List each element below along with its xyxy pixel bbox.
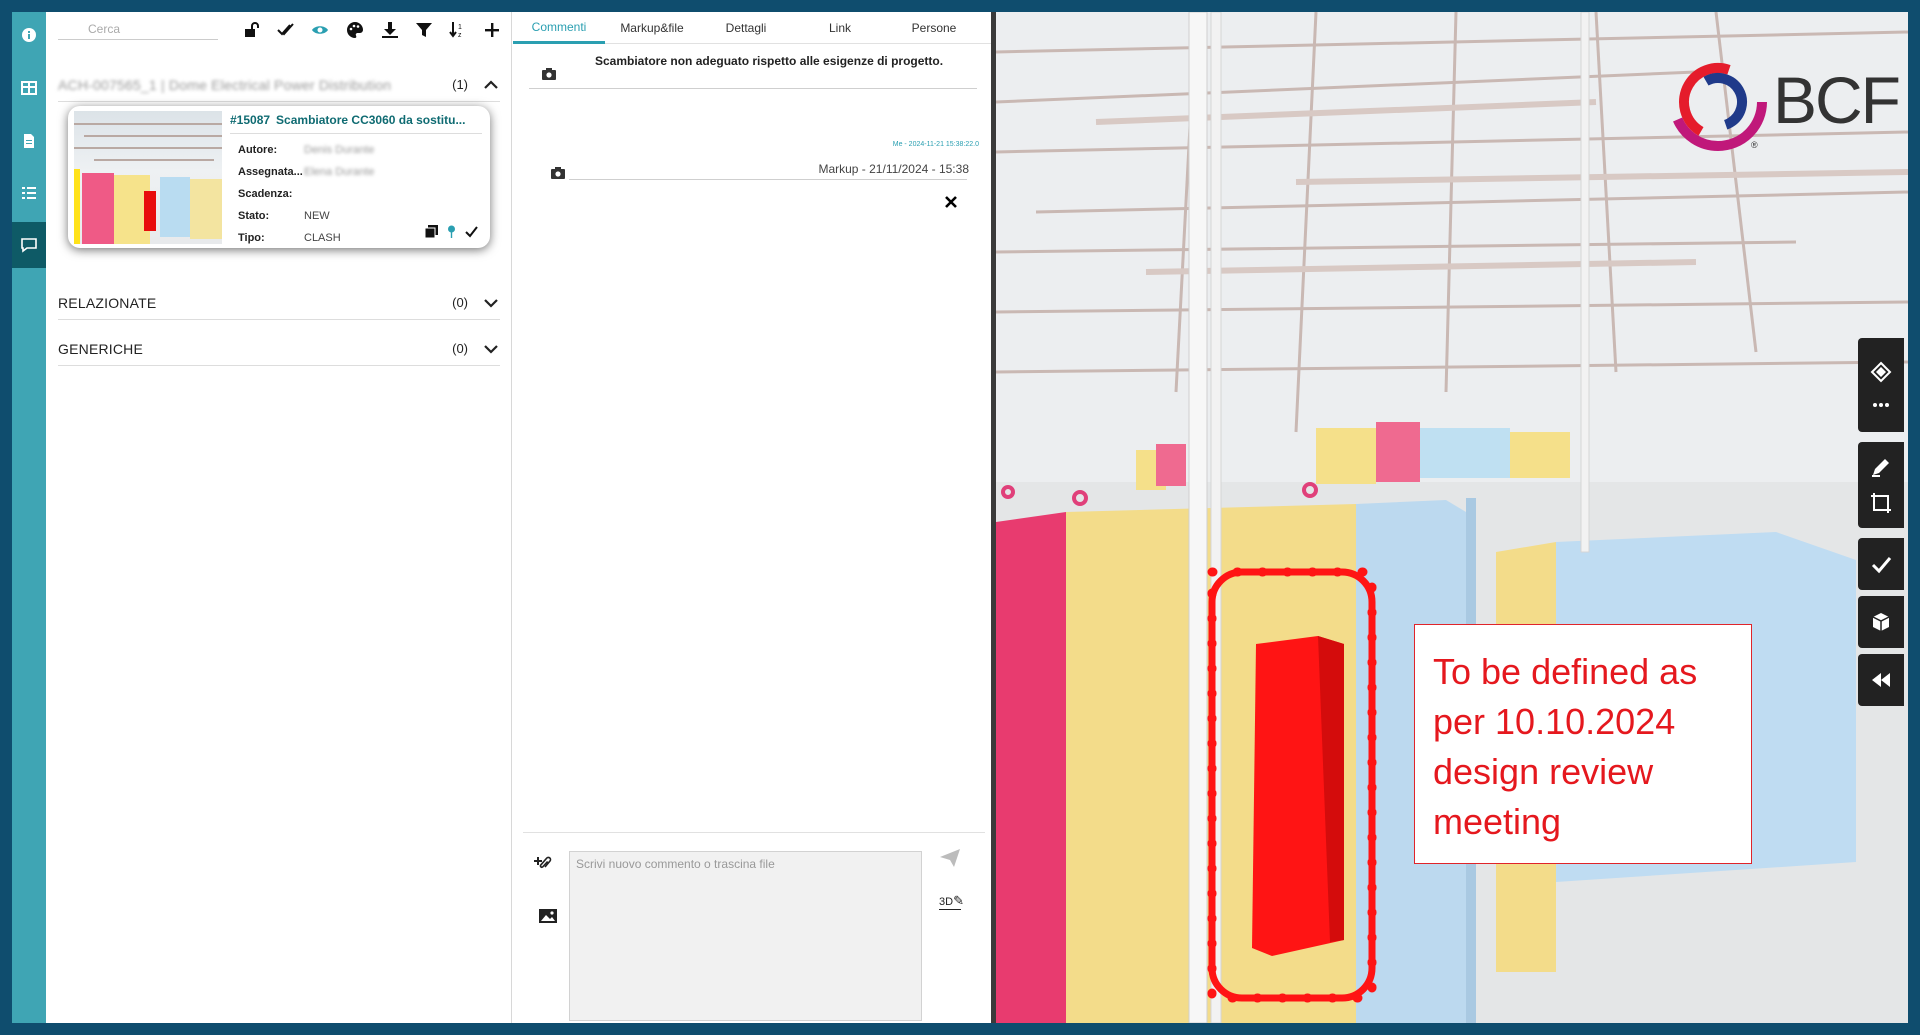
rewind-icon[interactable]: [1870, 669, 1892, 691]
comments-panel: Commenti Markup&file Dettagli Link Perso…: [513, 12, 991, 1023]
group-count: (0): [452, 341, 468, 356]
svg-text:z: z: [458, 32, 462, 39]
detail-tabs: Commenti Markup&file Dettagli Link Perso…: [513, 12, 991, 44]
isolate-tool[interactable]: [1858, 338, 1904, 432]
plus-icon[interactable]: [481, 20, 503, 40]
bcf-logo-text: BCF: [1773, 63, 1901, 137]
double-check-icon[interactable]: [275, 20, 297, 40]
nav-rail: [12, 12, 46, 1023]
section-box-icon[interactable]: [1870, 492, 1892, 514]
markup-note[interactable]: To be defined as per 10.10.2024 design r…: [1414, 624, 1752, 864]
chevron-down-icon[interactable]: [482, 340, 500, 358]
info-icon[interactable]: [12, 12, 46, 58]
table-icon[interactable]: [12, 65, 46, 111]
palette-icon[interactable]: [344, 20, 366, 40]
markup-3d-icon[interactable]: 3D✎: [939, 893, 964, 910]
app-frame: 1z ACH-007565_1 | Dome Electrical Power …: [12, 12, 1908, 1023]
search-input[interactable]: [58, 18, 218, 40]
group-title: GENERICHE: [58, 340, 144, 357]
list-icon[interactable]: [12, 170, 46, 216]
eye-icon[interactable]: [309, 20, 331, 40]
pin-icon[interactable]: [445, 225, 458, 238]
field-due-date: Scadenza:: [238, 188, 293, 200]
tab-dettagli[interactable]: Dettagli: [699, 12, 793, 44]
issue-title-text: Scambiatore CC3060 da sostitu...: [276, 113, 466, 127]
markup-tools[interactable]: [1858, 442, 1904, 528]
comment-meta: Me - 2024-11-21 15:38:22.0: [892, 141, 979, 148]
unlock-icon[interactable]: [241, 20, 263, 40]
model-viewer[interactable]: BCF ® To be defined as per 10.10.2024 de…: [996, 12, 1908, 1023]
comment-composer: 3D✎: [523, 832, 985, 1023]
document-icon[interactable]: [12, 118, 46, 164]
camera-icon[interactable]: [551, 166, 565, 179]
attach-plus-icon[interactable]: [531, 851, 553, 878]
field-assignee: Assegnata... Elena Durante: [238, 166, 375, 178]
check-icon[interactable]: [1870, 553, 1892, 575]
group-header-main[interactable]: ACH-007565_1 | Dome Electrical Power Dis…: [58, 68, 500, 102]
field-author: Autore: Denis Durante: [238, 144, 375, 156]
comment-icon[interactable]: [12, 222, 46, 268]
bcf-logo-reg: ®: [1751, 140, 1758, 150]
download-icon[interactable]: [379, 20, 401, 40]
rewind-tool[interactable]: [1858, 654, 1904, 706]
cube-tool[interactable]: [1858, 596, 1904, 648]
comment-text: Scambiatore non adeguato rispetto alle e…: [595, 54, 944, 68]
tab-commenti[interactable]: Commenti: [513, 12, 605, 44]
filter-icon[interactable]: [413, 20, 435, 40]
copy-icon[interactable]: [425, 225, 438, 238]
tab-persone[interactable]: Persone: [887, 12, 981, 44]
issue-thumbnail[interactable]: [74, 111, 222, 244]
send-icon[interactable]: [939, 847, 961, 874]
svg-text:1: 1: [458, 24, 462, 31]
issues-panel: 1z ACH-007565_1 | Dome Electrical Power …: [46, 12, 512, 1023]
close-icon[interactable]: [943, 194, 959, 210]
field-type: Tipo: CLASH: [238, 232, 341, 244]
approve-tool[interactable]: [1858, 538, 1904, 590]
chevron-down-icon[interactable]: [482, 294, 500, 312]
group-count: (0): [452, 295, 468, 310]
issues-toolbar: 1z: [46, 12, 512, 46]
markup-label[interactable]: Markup - 21/11/2024 - 15:38: [818, 162, 969, 176]
group-count: (1): [452, 77, 468, 92]
comment-textarea[interactable]: [569, 851, 922, 1021]
issue-title[interactable]: #15087 Scambiatore CC3060 da sostitu...: [230, 113, 465, 127]
chevron-up-icon[interactable]: [482, 76, 500, 94]
group-title: RELAZIONATE: [58, 294, 157, 311]
scene-render[interactable]: [996, 12, 1908, 1023]
group-title: ACH-007565_1 | Dome Electrical Power Dis…: [58, 76, 392, 93]
field-status: Stato: NEW: [238, 210, 330, 222]
tab-markup-file[interactable]: Markup&file: [605, 12, 699, 44]
group-header-related[interactable]: RELAZIONATE (0): [58, 286, 500, 320]
tab-link[interactable]: Link: [793, 12, 887, 44]
isolate-icon[interactable]: [1870, 361, 1892, 383]
issue-id: #15087: [230, 113, 271, 127]
more-icon[interactable]: [1870, 401, 1892, 409]
issue-card[interactable]: #15087 Scambiatore CC3060 da sostitu... A…: [68, 106, 490, 248]
group-header-generic[interactable]: GENERICHE (0): [58, 332, 500, 366]
cube-icon[interactable]: [1870, 611, 1892, 633]
check-icon[interactable]: [465, 225, 478, 238]
markup-note-text: To be defined as per 10.10.2024 design r…: [1433, 651, 1698, 842]
sort-icon[interactable]: 1z: [447, 20, 469, 40]
card-actions: [425, 225, 478, 238]
image-icon[interactable]: [537, 905, 559, 932]
markup-pen-icon[interactable]: [1870, 456, 1892, 478]
camera-icon[interactable]: [542, 67, 556, 80]
